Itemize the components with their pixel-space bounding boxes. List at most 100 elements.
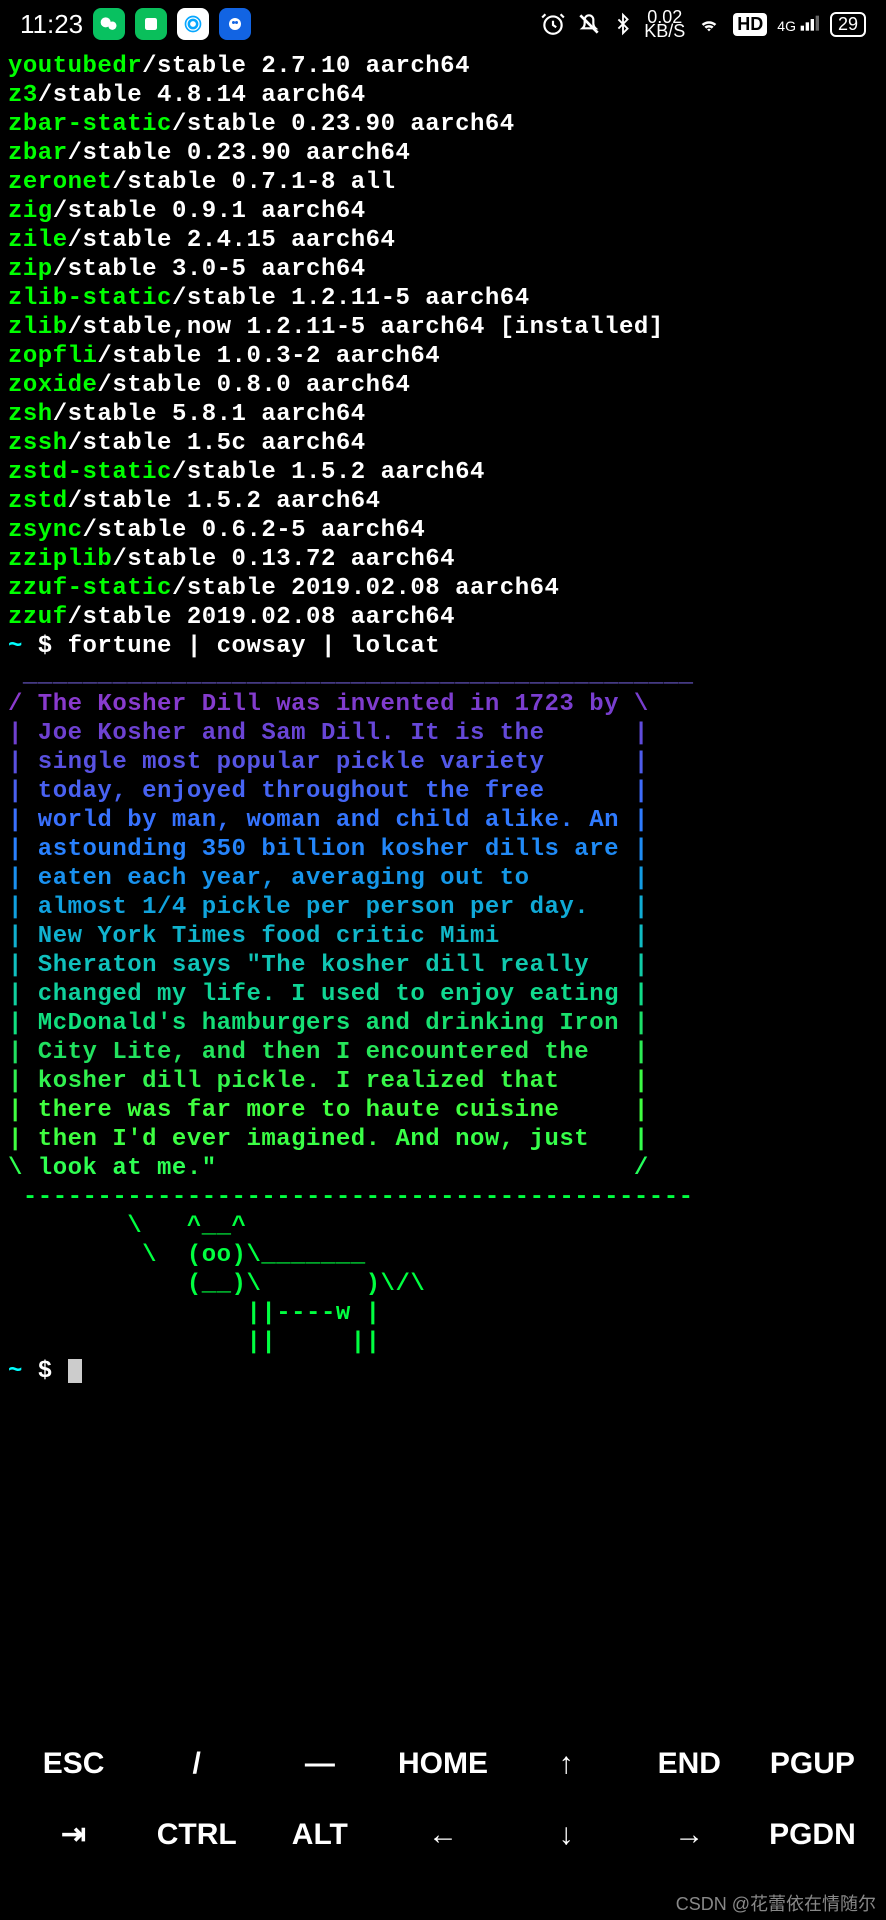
cowsay-bubble-top: ________________________________________… xyxy=(8,661,878,690)
cow-ascii-line: (__)\ )\/\ xyxy=(8,1270,878,1299)
key-←[interactable]: ← xyxy=(381,1818,504,1852)
key-end[interactable]: END xyxy=(628,1747,751,1781)
package-name: zlib-static xyxy=(8,285,172,312)
battery-indicator: 29 xyxy=(830,12,866,37)
package-version: /stable 3.0-5 aarch64 xyxy=(53,256,366,283)
package-name: zzuf-static xyxy=(8,575,172,602)
cowsay-text-line: | Sheraton says "The kosher dill really … xyxy=(8,951,878,980)
package-name: zsync xyxy=(8,517,83,544)
package-name: zstd xyxy=(8,488,68,515)
package-line: zziplib/stable 0.13.72 aarch64 xyxy=(8,545,878,574)
signal-icon: 4G xyxy=(777,14,820,34)
cow-ascii-line: \ (oo)\_______ xyxy=(8,1241,878,1270)
package-line: zstd-static/stable 1.5.2 aarch64 xyxy=(8,458,878,487)
package-line: zile/stable 2.4.15 aarch64 xyxy=(8,226,878,255)
watermark: CSDN @花蕾依在情随尔 xyxy=(676,1890,876,1916)
keyboard-row-2: ⇥CTRLALT←↓→PGDN xyxy=(0,1799,886,1870)
package-version: /stable 0.13.72 aarch64 xyxy=(112,546,455,573)
package-name: youtubedr xyxy=(8,53,142,80)
cowsay-text-line: | there was far more to haute cuisine | xyxy=(8,1096,878,1125)
key-↑[interactable]: ↑ xyxy=(505,1747,628,1781)
package-version: /stable 1.2.11-5 aarch64 xyxy=(172,285,530,312)
status-right: 0.02 KB/S HD 4G 29 xyxy=(540,10,866,38)
package-name: zopfli xyxy=(8,343,97,370)
key-/[interactable]: / xyxy=(135,1747,258,1781)
package-line: zzuf/stable 2019.02.08 aarch64 xyxy=(8,603,878,632)
package-version: /stable 1.0.3-2 aarch64 xyxy=(97,343,440,370)
package-version: /stable 1.5.2 aarch64 xyxy=(68,488,381,515)
package-line: zlib-static/stable 1.2.11-5 aarch64 xyxy=(8,284,878,313)
package-version: /stable 0.23.90 aarch64 xyxy=(68,140,411,167)
package-line: zig/stable 0.9.1 aarch64 xyxy=(8,197,878,226)
keyboard-row-1: ESC/―HOME↑ENDPGUP xyxy=(0,1729,886,1799)
cowsay-text-line: | New York Times food critic Mimi | xyxy=(8,922,878,951)
package-version: /stable 0.23.90 aarch64 xyxy=(172,111,515,138)
package-line: zbar/stable 0.23.90 aarch64 xyxy=(8,139,878,168)
app-icon-2 xyxy=(135,8,167,40)
key-ctrl[interactable]: CTRL xyxy=(135,1818,258,1852)
package-line: youtubedr/stable 2.7.10 aarch64 xyxy=(8,52,878,81)
key-home[interactable]: HOME xyxy=(381,1747,504,1781)
key-⇥[interactable]: ⇥ xyxy=(12,1817,135,1852)
key-↓[interactable]: ↓ xyxy=(505,1818,628,1852)
key-pgup[interactable]: PGUP xyxy=(751,1747,874,1781)
package-name: zssh xyxy=(8,430,68,457)
cowsay-text-line: | changed my life. I used to enjoy eatin… xyxy=(8,980,878,1009)
package-name: zbar xyxy=(8,140,68,167)
cowsay-text-line: / The Kosher Dill was invented in 1723 b… xyxy=(8,690,878,719)
cowsay-text-line: | astounding 350 billion kosher dills ar… xyxy=(8,835,878,864)
key-esc[interactable]: ESC xyxy=(12,1747,135,1781)
package-name: z3 xyxy=(8,82,38,109)
terminal-output[interactable]: youtubedr/stable 2.7.10 aarch64z3/stable… xyxy=(0,48,886,1390)
package-line: zopfli/stable 1.0.3-2 aarch64 xyxy=(8,342,878,371)
cowsay-text-line: | world by man, woman and child alike. A… xyxy=(8,806,878,835)
status-bar: 11:23 0.02 KB/S HD 4G xyxy=(0,0,886,48)
package-version: /stable 0.6.2-5 aarch64 xyxy=(83,517,426,544)
network-speed: 0.02 KB/S xyxy=(644,10,685,38)
package-version: /stable,now 1.2.11-5 aarch64 [installed] xyxy=(68,314,664,341)
cowsay-text-line: | almost 1/4 pickle per person per day. … xyxy=(8,893,878,922)
cowsay-text-line: | kosher dill pickle. I realized that | xyxy=(8,1067,878,1096)
key-→[interactable]: → xyxy=(628,1818,751,1852)
package-line: zzuf-static/stable 2019.02.08 aarch64 xyxy=(8,574,878,603)
cow-ascii-line: \ ^__^ xyxy=(8,1212,878,1241)
status-left: 11:23 xyxy=(20,8,251,40)
status-time: 11:23 xyxy=(20,9,83,40)
package-name: zoxide xyxy=(8,372,97,399)
package-line: zsync/stable 0.6.2-5 aarch64 xyxy=(8,516,878,545)
app-icon-4 xyxy=(219,8,251,40)
package-line: zssh/stable 1.5c aarch64 xyxy=(8,429,878,458)
alarm-icon xyxy=(540,11,566,37)
key-pgdn[interactable]: PGDN xyxy=(751,1818,874,1852)
package-name: zzuf xyxy=(8,604,68,631)
package-version: /stable 1.5c aarch64 xyxy=(68,430,366,457)
package-version: /stable 0.8.0 aarch64 xyxy=(97,372,410,399)
package-name: zile xyxy=(8,227,68,254)
hd-badge: HD xyxy=(733,13,767,36)
key-alt[interactable]: ALT xyxy=(258,1818,381,1852)
cowsay-text-line: | today, enjoyed throughout the free | xyxy=(8,777,878,806)
key-―[interactable]: ― xyxy=(258,1747,381,1781)
package-version: /stable 2019.02.08 aarch64 xyxy=(68,604,455,631)
package-line: zoxide/stable 0.8.0 aarch64 xyxy=(8,371,878,400)
package-version: /stable 2.7.10 aarch64 xyxy=(142,53,470,80)
extra-keys-bar: ESC/―HOME↑ENDPGUP ⇥CTRLALT←↓→PGDN xyxy=(0,1719,886,1880)
bluetooth-icon xyxy=(612,11,634,37)
net-speed-unit: KB/S xyxy=(644,24,685,38)
package-name: zeronet xyxy=(8,169,112,196)
app-icon-3 xyxy=(177,8,209,40)
cowsay-text-line: | McDonald's hamburgers and drinking Iro… xyxy=(8,1009,878,1038)
package-line: z3/stable 4.8.14 aarch64 xyxy=(8,81,878,110)
package-line: zstd/stable 1.5.2 aarch64 xyxy=(8,487,878,516)
cowsay-text-line: \ look at me." / xyxy=(8,1154,878,1183)
vibrate-icon xyxy=(576,11,602,37)
cowsay-text-line: | single most popular pickle variety | xyxy=(8,748,878,777)
cowsay-text-line: | then I'd ever imagined. And now, just … xyxy=(8,1125,878,1154)
cow-ascii-line: ||----w | xyxy=(8,1299,878,1328)
package-version: /stable 1.5.2 aarch64 xyxy=(172,459,485,486)
cowsay-text-line: | Joe Kosher and Sam Dill. It is the | xyxy=(8,719,878,748)
package-name: zig xyxy=(8,198,53,225)
cowsay-text-line: | City Lite, and then I encountered the … xyxy=(8,1038,878,1067)
package-version: /stable 5.8.1 aarch64 xyxy=(53,401,366,428)
package-name: zziplib xyxy=(8,546,112,573)
